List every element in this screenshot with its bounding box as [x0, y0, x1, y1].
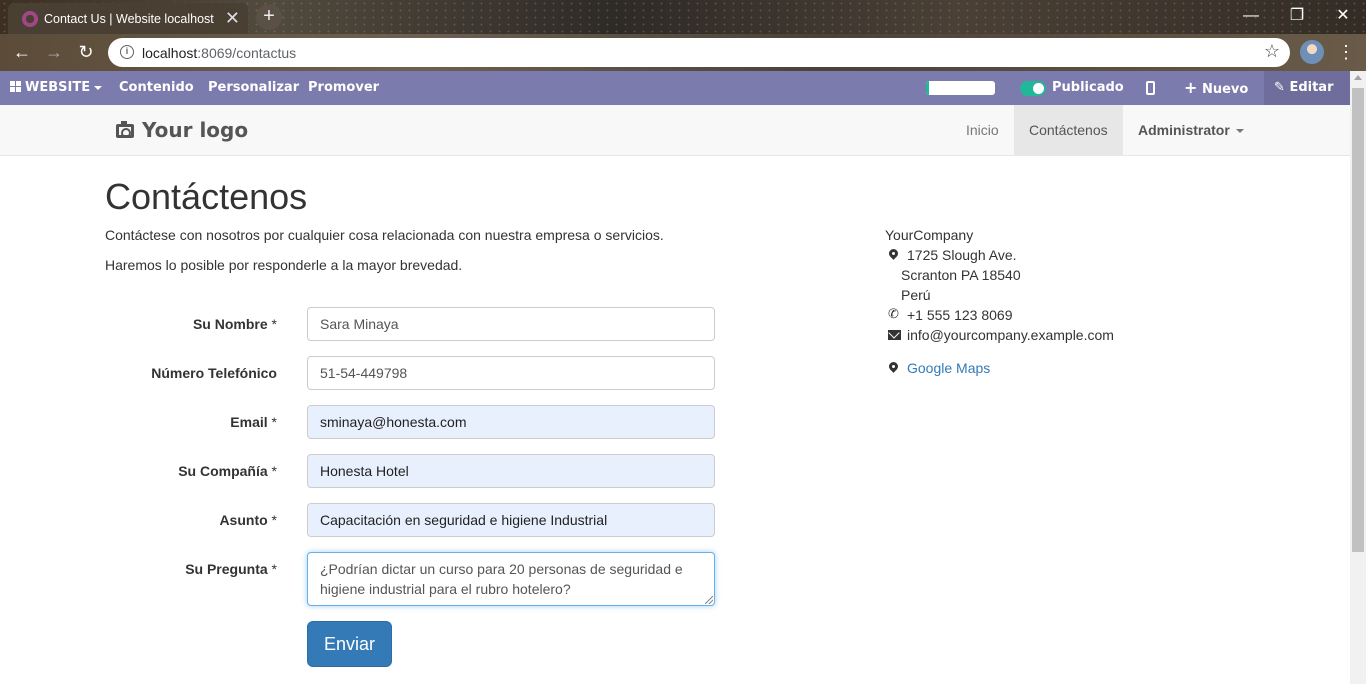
label-text: Su Nombre — [192, 316, 268, 332]
site-header: Your logo Inicio Contáctenos Administrat… — [0, 105, 1350, 156]
label-text: Número Telefónico — [151, 365, 277, 381]
required-mark: * — [271, 512, 277, 528]
edit-button[interactable]: ✎ Editar — [1264, 71, 1350, 105]
odoo-favicon-icon — [22, 11, 38, 27]
phone-field[interactable]: 51-54-449798 — [307, 356, 715, 390]
new-button-label: Nuevo — [1201, 82, 1249, 97]
question-label: Su Pregunta * — [97, 561, 277, 577]
browser-menu-icon[interactable]: ⋮ — [1336, 40, 1356, 64]
question-textarea[interactable]: ¿Podrían dictar un curso para 20 persona… — [307, 552, 715, 606]
camera-icon — [116, 121, 134, 138]
address-line-1: 1725 Slough Ave. — [907, 247, 1017, 263]
forward-arrow-icon[interactable]: → — [41, 40, 67, 64]
required-mark: * — [271, 316, 277, 332]
company-label: Su Compañía * — [97, 463, 277, 479]
phone-icon — [888, 307, 900, 324]
phone-label: Número Telefónico — [97, 365, 277, 381]
url-host: localhost — [142, 45, 198, 61]
envelope-icon — [888, 328, 901, 342]
url-path: :8069/contactus — [197, 45, 297, 61]
subject-field[interactable]: Capacitación en seguridad e higiene Indu… — [307, 503, 715, 537]
tab-title: Contact Us | Website localhost — [44, 12, 214, 26]
email-field[interactable]: sminaya@honesta.com — [307, 405, 715, 439]
menu-personalizar[interactable]: Personalizar — [208, 71, 299, 105]
apps-grid-icon — [10, 81, 21, 92]
publish-toggle[interactable] — [1020, 81, 1046, 96]
browser-toolbar: ← → ↻ i localhost:8069/contactus ☆ ⋮ — [0, 34, 1366, 71]
submit-button[interactable]: Enviar — [307, 621, 392, 667]
tab-close-icon[interactable]: ✕ — [225, 9, 240, 27]
company-name: YourCompany — [885, 227, 974, 243]
company-phone: +1 555 123 8069 — [907, 307, 1013, 323]
profile-avatar[interactable] — [1300, 40, 1324, 64]
plus-icon: + — [1184, 78, 1198, 97]
resize-handle-icon[interactable] — [705, 596, 713, 604]
published-label[interactable]: Publicado — [1052, 71, 1124, 105]
caret-down-icon — [1235, 129, 1244, 134]
google-maps-link[interactable]: Google Maps — [907, 360, 990, 376]
email-label: Email * — [97, 414, 277, 430]
nav-administrator-label: Administrator — [1138, 122, 1230, 138]
address-line-3: Perú — [901, 287, 931, 303]
question-text: ¿Podrían dictar un curso para 20 persona… — [320, 561, 683, 597]
website-editor-bar: WEBSITE Contenido Personalizar Promover … — [0, 71, 1350, 105]
address-line-2: Scranton PA 18540 — [901, 267, 1021, 283]
back-arrow-icon[interactable]: ← — [9, 40, 35, 64]
page-scrollbar[interactable] — [1350, 71, 1366, 684]
menu-promover[interactable]: Promover — [308, 71, 379, 105]
url-text[interactable]: localhost:8069/contactus — [142, 45, 296, 61]
reload-icon[interactable]: ↻ — [73, 40, 99, 64]
pencil-icon: ✎ — [1274, 80, 1285, 95]
page-title: Contáctenos — [105, 176, 308, 217]
required-mark: * — [271, 414, 277, 430]
website-menu[interactable]: WEBSITE — [10, 71, 103, 105]
name-label: Su Nombre * — [97, 316, 277, 332]
intro-text: Contáctese con nosotros por cualquier co… — [105, 227, 664, 243]
map-marker-icon — [888, 249, 900, 263]
company-email: info@yourcompany.example.com — [907, 327, 1114, 343]
scroll-up-arrow-icon[interactable] — [1354, 75, 1362, 80]
edit-button-label: Editar — [1289, 80, 1334, 95]
subject-label: Asunto * — [97, 512, 277, 528]
nav-administrator[interactable]: Administrator — [1123, 105, 1259, 155]
name-field[interactable]: Sara Minaya — [307, 307, 715, 341]
bookmark-star-icon[interactable]: ☆ — [1264, 41, 1280, 62]
nav-inicio[interactable]: Inicio — [951, 105, 1014, 155]
site-logo[interactable]: Your logo — [116, 118, 248, 142]
new-tab-button[interactable]: + — [256, 4, 282, 30]
window-restore-button[interactable]: ❐ — [1274, 4, 1320, 30]
required-mark: * — [271, 561, 277, 577]
label-text: Su Compañía — [178, 463, 268, 479]
website-menu-label: WEBSITE — [25, 80, 91, 95]
company-field[interactable]: Honesta Hotel — [307, 454, 715, 488]
progress-fill — [926, 81, 930, 95]
browser-tab[interactable]: Contact Us | Website localhost ✕ — [8, 3, 248, 34]
label-text: Su Pregunta — [185, 561, 268, 577]
new-button[interactable]: + Nuevo — [1184, 71, 1248, 105]
intro-text-2: Haremos lo posible por responderle a la … — [105, 257, 463, 273]
mobile-preview-icon[interactable] — [1146, 81, 1155, 95]
logo-text: Your logo — [142, 118, 249, 142]
site-info-icon[interactable]: i — [120, 45, 134, 59]
required-mark: * — [271, 463, 277, 479]
label-text: Email — [230, 414, 268, 430]
window-close-button[interactable]: ✕ — [1320, 4, 1366, 30]
window-minimize-button[interactable]: — — [1228, 4, 1274, 30]
scroll-thumb[interactable] — [1352, 88, 1364, 552]
map-marker-icon — [888, 362, 900, 376]
seo-progress-bar[interactable] — [926, 81, 995, 95]
caret-down-icon — [94, 85, 103, 90]
menu-contenido[interactable]: Contenido — [119, 71, 194, 105]
nav-contactenos[interactable]: Contáctenos — [1014, 105, 1123, 155]
label-text: Asunto — [219, 512, 268, 528]
address-bar[interactable]: i localhost:8069/contactus ☆ — [108, 38, 1290, 67]
